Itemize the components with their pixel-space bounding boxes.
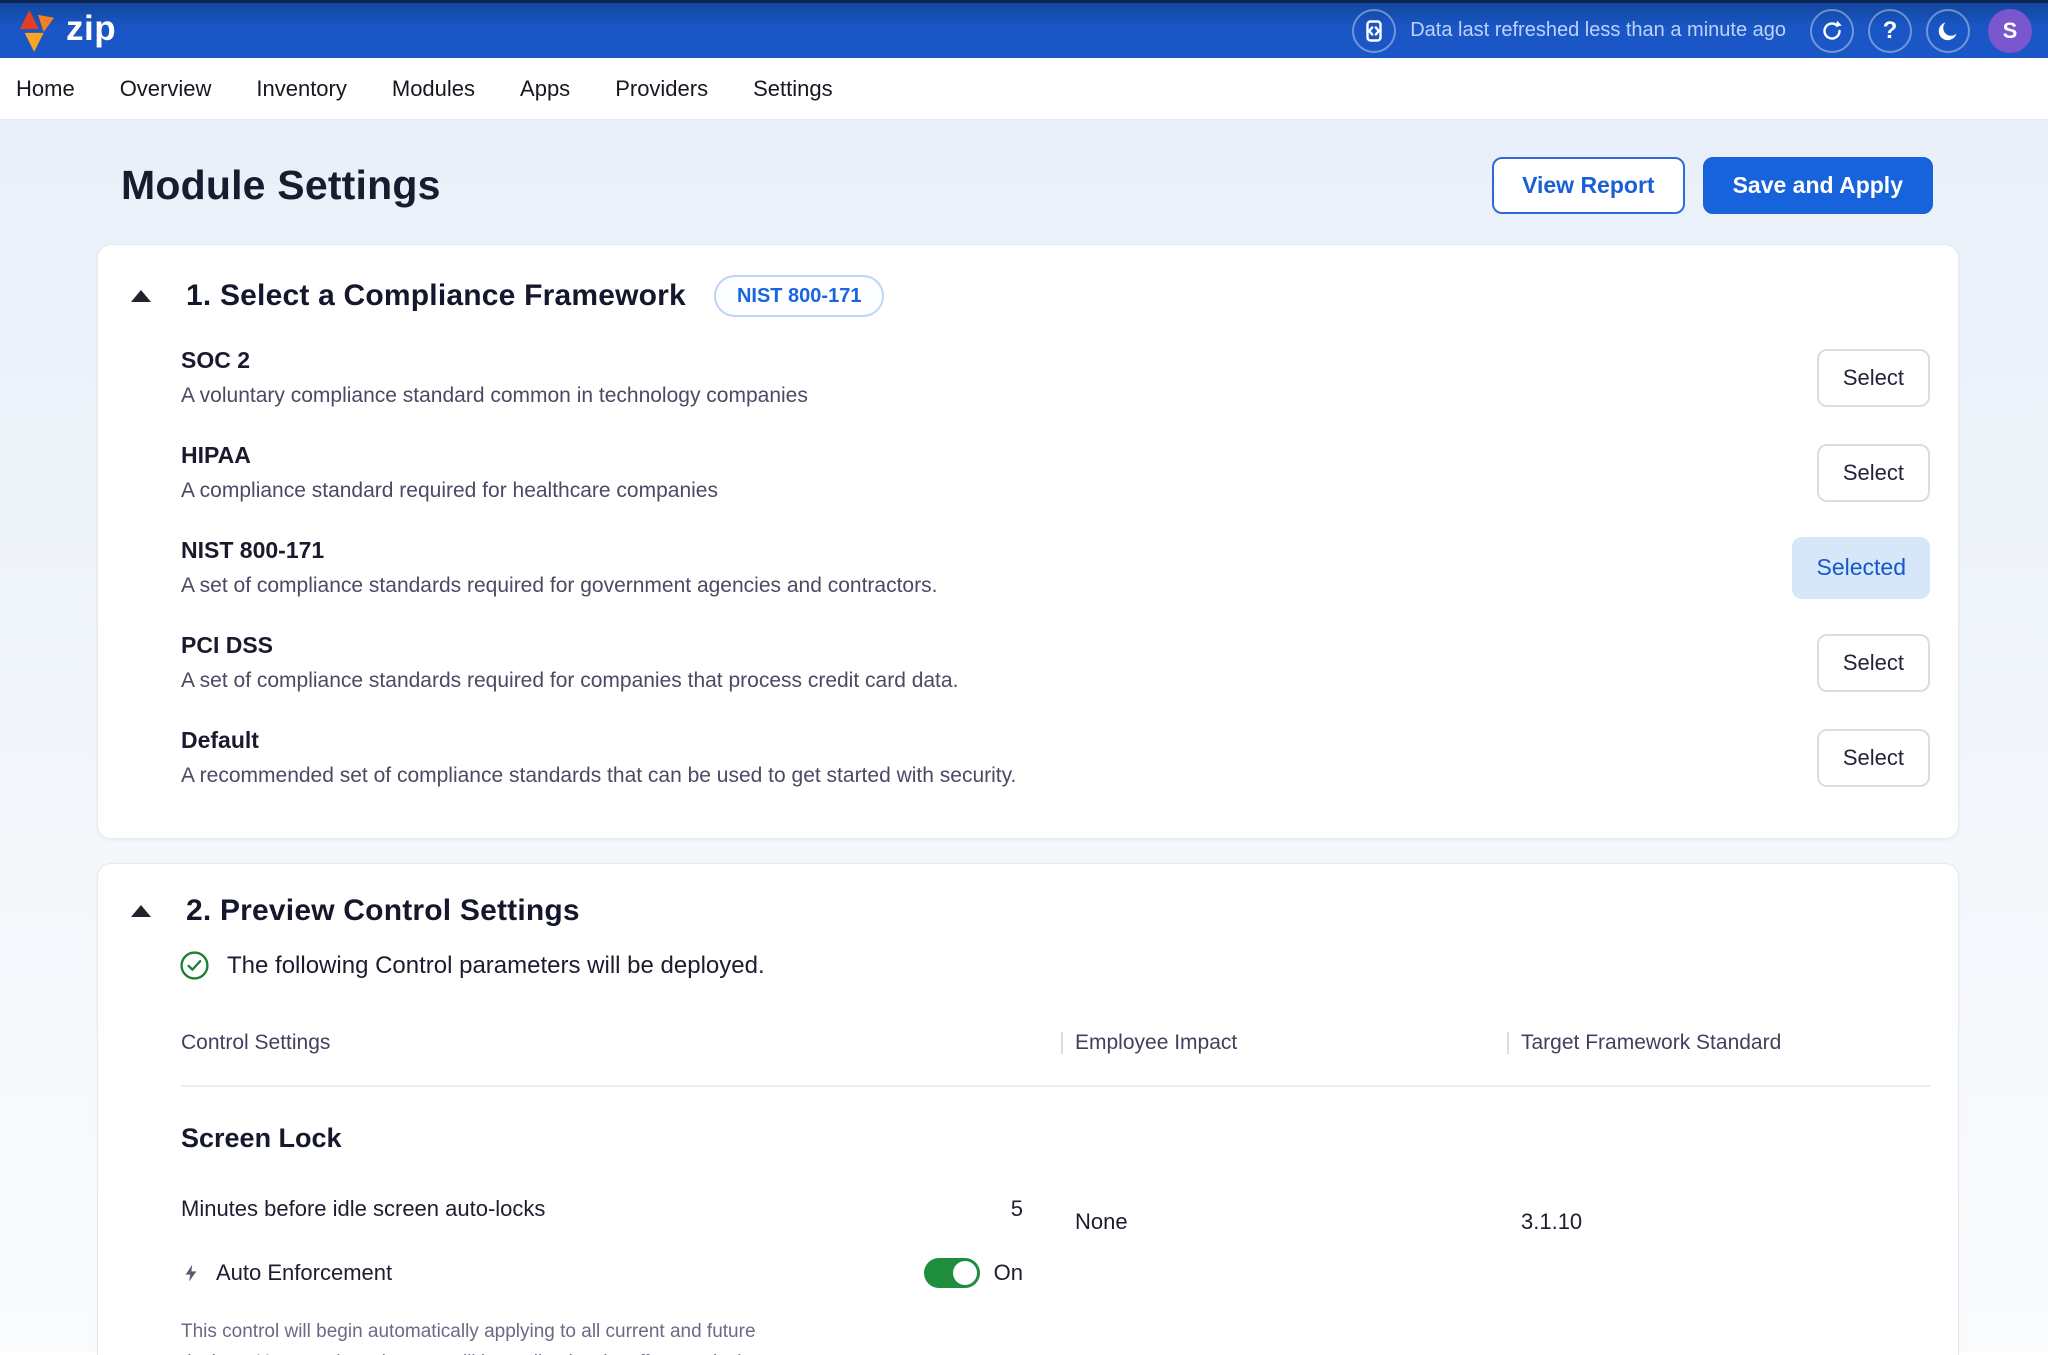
column-header-employee-impact: Employee Impact [1061,1031,1507,1055]
check-circle-icon [179,950,210,981]
framework-description: A set of compliance standards required f… [181,572,937,600]
page-content: Module Settings View Report Save and App… [0,120,2048,1352]
framework-row-pci-dss: PCI DSS A set of compliance standards re… [181,630,1930,695]
select-pci-dss-button[interactable]: Select [1817,634,1930,692]
collapse-caret-icon[interactable] [131,905,151,917]
save-and-apply-button[interactable]: Save and Apply [1703,157,1933,214]
data-sync-device-icon [1352,9,1396,53]
question-icon: ? [1883,17,1898,45]
auto-enforcement-note: This control will begin automatically ap… [181,1316,806,1355]
zip-logo-text: zip [66,11,116,50]
framework-section-card: 1. Select a Compliance Framework NIST 80… [97,244,1959,839]
nav-item-settings[interactable]: Settings [753,76,833,102]
framework-description: A set of compliance standards required f… [181,667,958,695]
preview-section-header: 2. Preview Control Settings [131,894,1930,928]
auto-enforcement-state: On [994,1260,1023,1286]
control-parameter-row: Minutes before idle screen auto-locks 5 [181,1196,1061,1222]
framework-list: SOC 2 A voluntary compliance standard co… [181,345,1930,790]
auto-enforcement-row: Auto Enforcement On [181,1258,1061,1288]
preview-section-title: 2. Preview Control Settings [186,894,580,928]
zip-logo[interactable]: zip [18,8,116,54]
select-soc2-button[interactable]: Select [1817,349,1930,407]
target-standard-value: 3.1.10 [1507,1123,1930,1355]
dark-mode-button[interactable] [1926,9,1970,53]
auto-enforcement-toggle[interactable] [924,1258,980,1288]
refresh-icon [1820,19,1844,43]
framework-description: A voluntary compliance standard common i… [181,382,808,410]
help-button[interactable]: ? [1868,9,1912,53]
refresh-status-text: Data last refreshed less than a minute a… [1410,19,1786,42]
lightning-bolt-icon [181,1261,201,1285]
nav-item-apps[interactable]: Apps [520,76,570,102]
topbar-actions: ? S [1810,9,2032,53]
moon-icon [1936,19,1960,43]
framework-row-hipaa: HIPAA A compliance standard required for… [181,440,1930,505]
table-header-row: Control Settings Employee Impact Target … [181,1031,1930,1055]
top-bar: zip Data last refreshed less than a minu… [0,0,2048,58]
control-group-name: Screen Lock [181,1123,1061,1154]
zip-logo-icon [18,8,56,54]
framework-section-title: 1. Select a Compliance Framework [186,279,686,313]
column-header-control-settings: Control Settings [181,1031,1061,1055]
nav-item-modules[interactable]: Modules [392,76,475,102]
deploy-status-line: The following Control parameters will be… [179,950,1930,981]
control-settings-cell: Screen Lock Minutes before idle screen a… [181,1123,1061,1355]
framework-row-soc2: SOC 2 A voluntary compliance standard co… [181,345,1930,410]
employee-impact-value: None [1061,1123,1507,1355]
control-group-row-screen-lock: Screen Lock Minutes before idle screen a… [181,1087,1930,1355]
framework-name: Default [181,725,1016,755]
page-title: Module Settings [121,162,441,209]
nav-item-overview[interactable]: Overview [120,76,212,102]
select-default-button[interactable]: Select [1817,729,1930,787]
parameter-value: 5 [1011,1196,1023,1222]
auto-enforcement-label: Auto Enforcement [216,1260,392,1286]
preview-section-card: 2. Preview Control Settings The followin… [97,863,1959,1355]
refresh-button[interactable] [1810,9,1854,53]
parameter-label: Minutes before idle screen auto-locks [181,1196,545,1222]
framework-description: A compliance standard required for healt… [181,477,718,505]
framework-row-nist-800-171: NIST 800-171 A set of compliance standar… [181,535,1930,600]
nav-item-inventory[interactable]: Inventory [256,76,347,102]
page-actions: View Report Save and Apply [1492,157,1933,214]
framework-section-header: 1. Select a Compliance Framework NIST 80… [131,275,1930,317]
nav-item-providers[interactable]: Providers [615,76,708,102]
column-header-target-framework-standard: Target Framework Standard [1507,1031,1930,1055]
framework-name: HIPAA [181,440,718,470]
framework-name: NIST 800-171 [181,535,937,565]
primary-nav: Home Overview Inventory Modules Apps Pro… [0,58,2048,120]
framework-name: SOC 2 [181,345,808,375]
collapse-caret-icon[interactable] [131,290,151,302]
framework-description: A recommended set of compliance standard… [181,762,1016,790]
data-refresh-status: Data last refreshed less than a minute a… [1352,9,1786,53]
nav-item-home[interactable]: Home [16,76,75,102]
deploy-status-text: The following Control parameters will be… [227,952,765,980]
select-hipaa-button[interactable]: Select [1817,444,1930,502]
selected-framework-badge: NIST 800-171 [714,275,885,317]
framework-name: PCI DSS [181,630,958,660]
control-settings-table: Control Settings Employee Impact Target … [181,1031,1930,1355]
user-avatar[interactable]: S [1988,9,2032,53]
framework-row-default: Default A recommended set of compliance … [181,725,1930,790]
page-header: Module Settings View Report Save and App… [97,121,1959,244]
selected-nist-button[interactable]: Selected [1792,537,1930,599]
view-report-button[interactable]: View Report [1492,157,1685,214]
